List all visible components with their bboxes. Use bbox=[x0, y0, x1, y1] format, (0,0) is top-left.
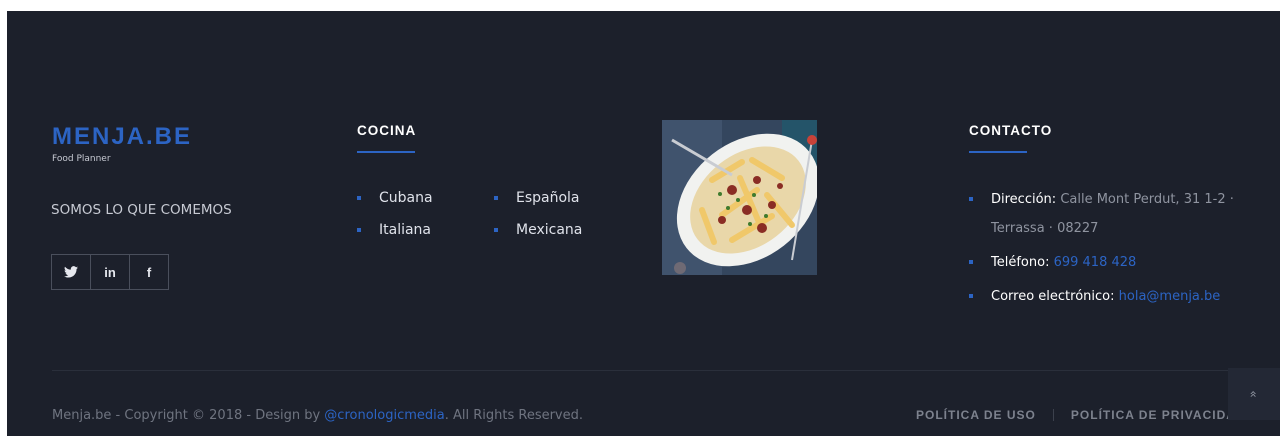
twitter-icon bbox=[64, 266, 78, 278]
social-links: in f bbox=[51, 254, 169, 290]
brand-logo[interactable]: MENJA.BE bbox=[52, 123, 192, 151]
footer-divider bbox=[52, 370, 1235, 371]
link-label: Italiana bbox=[379, 222, 432, 238]
bullet bbox=[357, 196, 361, 200]
phone-link[interactable]: 699 418 428 bbox=[1054, 255, 1137, 270]
contact-email: Correo electrónico: hola@menja.be bbox=[969, 282, 1274, 311]
facebook-icon: f bbox=[146, 264, 152, 280]
food-photo bbox=[662, 120, 817, 275]
double-chevron-up-icon: « bbox=[1247, 390, 1261, 398]
bullet bbox=[969, 197, 973, 201]
email-label: Correo electrónico: bbox=[991, 289, 1115, 304]
contacto-underline bbox=[969, 151, 1027, 153]
contact-phone: Teléfono: 699 418 428 bbox=[969, 248, 1274, 277]
bullet bbox=[969, 260, 973, 264]
email-link[interactable]: hola@menja.be bbox=[1119, 289, 1221, 304]
bullet bbox=[969, 294, 973, 298]
link-label: Española bbox=[516, 190, 580, 206]
cocina-link-espanola[interactable]: Española bbox=[494, 182, 582, 214]
brand-subtitle: Food Planner bbox=[52, 154, 111, 164]
cocina-link-italiana[interactable]: Italiana bbox=[357, 214, 433, 246]
twitter-button[interactable] bbox=[52, 255, 91, 289]
designer-link[interactable]: @cronologicmedia bbox=[324, 408, 444, 423]
bullet bbox=[494, 228, 498, 232]
contact-list: Dirección: Calle Mont Perdut, 31 1-2 · T… bbox=[969, 185, 1274, 316]
copyright-suffix: . All Rights Reserved. bbox=[444, 408, 584, 423]
contact-address: Dirección: Calle Mont Perdut, 31 1-2 · T… bbox=[969, 185, 1274, 243]
copyright-prefix: Menja.be - Copyright © 2018 - Design by bbox=[52, 408, 325, 423]
copyright: Menja.be - Copyright © 2018 - Design by … bbox=[52, 408, 583, 423]
food-photo-illustration bbox=[662, 120, 817, 275]
address-label: Dirección: bbox=[991, 192, 1057, 207]
site-footer: MENJA.BE Food Planner SOMOS LO QUE COMEM… bbox=[7, 11, 1280, 436]
bullet bbox=[357, 228, 361, 232]
brand-tagline: SOMOS LO QUE COMEMOS bbox=[51, 202, 232, 218]
link-label: Cubana bbox=[379, 190, 433, 206]
linkedin-icon: in bbox=[104, 264, 116, 280]
legal-separator bbox=[1052, 409, 1054, 421]
bullet bbox=[494, 196, 498, 200]
contacto-title: CONTACTO bbox=[969, 123, 1053, 138]
back-to-top-button[interactable]: « bbox=[1228, 368, 1280, 420]
cocina-underline bbox=[357, 151, 415, 153]
link-label: Mexicana bbox=[516, 222, 583, 238]
phone-label: Teléfono: bbox=[991, 255, 1050, 270]
facebook-button[interactable]: f bbox=[130, 255, 168, 289]
legal-privacy-link[interactable]: POLÍTICA DE PRIVACIDAD bbox=[1071, 408, 1246, 422]
cocina-title: COCINA bbox=[357, 123, 417, 138]
legal-use-link[interactable]: POLÍTICA DE USO bbox=[916, 408, 1036, 422]
cocina-link-cubana[interactable]: Cubana bbox=[357, 182, 433, 214]
cocina-list-left: Cubana Italiana bbox=[357, 182, 433, 246]
linkedin-button[interactable]: in bbox=[91, 255, 130, 289]
cocina-list-right: Española Mexicana bbox=[494, 182, 582, 246]
cocina-link-mexicana[interactable]: Mexicana bbox=[494, 214, 582, 246]
legal-links: POLÍTICA DE USO POLÍTICA DE PRIVACIDAD bbox=[916, 408, 1246, 422]
